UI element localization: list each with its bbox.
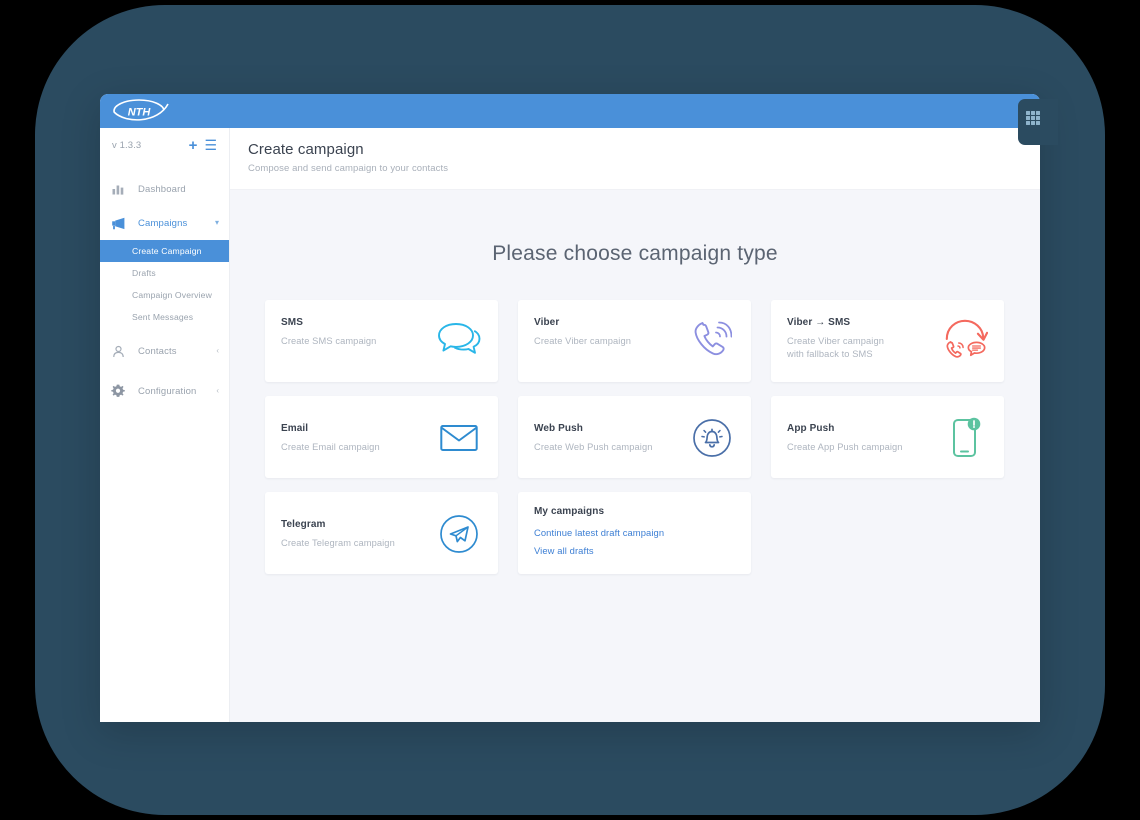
sidebar-item-label: Campaigns <box>138 217 188 229</box>
card-title: Viber → SMS <box>787 317 851 328</box>
svg-text:NTH: NTH <box>128 107 152 119</box>
gear-icon <box>110 384 126 398</box>
card-text: Email Create Email campaign <box>281 420 380 454</box>
sidebar-subitem-label: Sent Messages <box>132 312 194 322</box>
sidebar-subitem-sent-messages[interactable]: Sent Messages <box>100 306 229 328</box>
card-title: Email <box>281 422 309 434</box>
card-title: SMS <box>281 317 303 328</box>
plus-icon[interactable]: + <box>189 138 198 153</box>
campaign-card-app-push[interactable]: App Push Create App Push campaign <box>771 396 1004 478</box>
nth-logo[interactable]: NTH <box>110 99 172 123</box>
chevron-down-icon[interactable]: ▾ <box>215 219 219 227</box>
sidebar-subitem-label: Create Campaign <box>132 246 202 256</box>
sidebar-subitem-drafts[interactable]: Drafts <box>100 262 229 284</box>
sidebar-item-campaigns[interactable]: Campaigns ▾ <box>100 206 229 240</box>
campaign-card-sms[interactable]: SMS Create SMS campaign <box>265 300 498 382</box>
chat-bubbles-icon <box>436 316 482 362</box>
card-subtitle: Create Telegram campaign <box>281 537 395 548</box>
card-subtitle: Create Viber campaign <box>534 336 632 346</box>
phone-ringing-icon <box>689 316 735 362</box>
sidebar-subitem-create-campaign[interactable]: Create Campaign <box>100 240 229 262</box>
app-version: v 1.3.3 <box>112 139 142 151</box>
mobile-alert-icon <box>942 415 988 461</box>
campaign-card-email[interactable]: Email Create Email campaign <box>265 396 498 478</box>
sidebar-item-label: Configuration <box>138 385 197 397</box>
sidebar-subitem-campaign-overview[interactable]: Campaign Overview <box>100 284 229 306</box>
viber-fallback-sms-icon <box>942 316 988 362</box>
choose-campaign-type-heading: Please choose campaign type <box>492 242 778 265</box>
user-icon <box>110 345 126 358</box>
campaign-card-viber[interactable]: Viber Create Viber campaign <box>518 300 751 382</box>
my-campaigns-card: My campaigns Continue latest draft campa… <box>518 492 751 574</box>
view-all-drafts-link[interactable]: View all drafts <box>534 545 735 556</box>
card-text: Viber Create Viber campaign <box>534 314 631 348</box>
campaign-card-web-push[interactable]: Web Push Create Web Push campaign <box>518 396 751 478</box>
app-window: NTH v 1.3.3 + ☰ Dashboard Campaigns ▾ Cr… <box>100 94 1040 722</box>
sidebar-item-label: Contacts <box>138 345 177 357</box>
sidebar-header: v 1.3.3 + ☰ <box>100 128 229 162</box>
sidebar: v 1.3.3 + ☰ Dashboard Campaigns ▾ Create… <box>100 128 230 722</box>
card-title: Telegram <box>281 518 326 530</box>
card-text: Web Push Create Web Push campaign <box>534 420 653 454</box>
card-text: App Push Create App Push campaign <box>787 420 903 454</box>
card-subtitle: Create Web Push campaign <box>534 441 653 452</box>
megaphone-icon <box>110 217 126 230</box>
my-campaigns-title: My campaigns <box>534 506 605 517</box>
card-title: Web Push <box>534 422 583 434</box>
apps-grid-tab[interactable] <box>1018 99 1058 145</box>
sidebar-item-contacts[interactable]: Contacts ‹ <box>100 334 229 368</box>
card-subtitle: Create Viber campaign with fallback to S… <box>787 336 885 360</box>
campaign-card-telegram[interactable]: Telegram Create Telegram campaign <box>265 492 498 574</box>
envelope-icon <box>436 415 482 461</box>
main-content: Create campaign Compose and send campaig… <box>230 128 1040 722</box>
card-text: Telegram Create Telegram campaign <box>281 516 395 550</box>
sidebar-subitem-label: Drafts <box>132 268 156 278</box>
page-subtitle: Compose and send campaign to your contac… <box>248 163 449 174</box>
card-title: Viber <box>534 317 560 328</box>
card-subtitle: Create Email campaign <box>281 441 380 452</box>
card-title: App Push <box>787 422 835 434</box>
sidebar-item-configuration[interactable]: Configuration ‹ <box>100 374 229 408</box>
sidebar-subitem-label: Campaign Overview <box>132 290 212 300</box>
campaign-card-viber-to-sms[interactable]: Viber → SMS Create Viber campaign with f… <box>771 300 1004 382</box>
bar-chart-icon <box>110 183 126 195</box>
continue-latest-draft-link[interactable]: Continue latest draft campaign <box>534 527 735 538</box>
campaign-type-grid: SMS Create SMS campaign Viber Create Vib… <box>265 300 1005 574</box>
apps-grid-icon <box>1026 111 1040 125</box>
card-subtitle: Create SMS campaign <box>281 336 377 346</box>
sidebar-item-dashboard[interactable]: Dashboard <box>100 172 229 206</box>
card-text: SMS Create SMS campaign <box>281 314 376 348</box>
bell-circle-icon <box>689 415 735 461</box>
card-text: Viber → SMS Create Viber campaign with f… <box>787 314 884 362</box>
app-topbar: NTH <box>100 94 1040 128</box>
hamburger-menu-icon[interactable]: ☰ <box>204 138 217 152</box>
page-title: Create campaign <box>248 141 364 158</box>
page-header: Create campaign Compose and send campaig… <box>230 128 1040 190</box>
chevron-left-icon[interactable]: ‹ <box>216 387 219 395</box>
chevron-left-icon[interactable]: ‹ <box>216 347 219 355</box>
paper-plane-circle-icon <box>436 511 482 557</box>
sidebar-item-label: Dashboard <box>138 183 186 195</box>
card-subtitle: Create App Push campaign <box>787 441 903 452</box>
